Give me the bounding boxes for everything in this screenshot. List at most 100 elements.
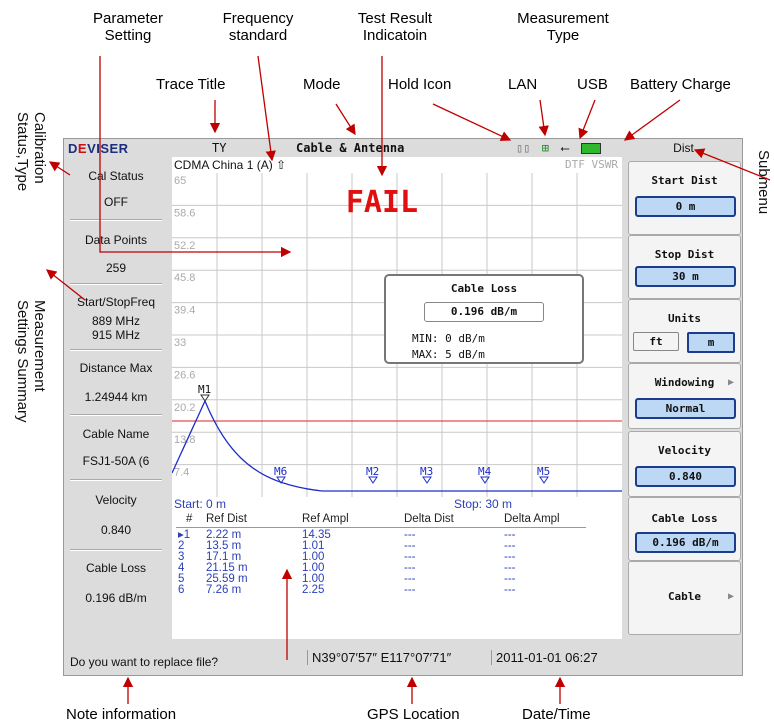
- cable-loss-dialog[interactable]: Cable Loss 0.196 dB/m MIN: 0 dB/m MAX: 5…: [384, 274, 584, 364]
- cable-loss-softkey[interactable]: Cable Loss 0.196 dB/m: [628, 497, 741, 561]
- annotation-gps-location: GPS Location: [367, 706, 460, 723]
- dialog-title: Cable Loss: [450, 282, 518, 295]
- settings-summary-panel: Cal Status OFF Data Points 259 Start/Sto…: [64, 157, 167, 639]
- cable-softkey[interactable]: Cable ▶: [628, 561, 741, 635]
- usb-icon: ⭠: [560, 141, 570, 155]
- svg-text:M4: M4: [478, 465, 492, 478]
- annotation-measurement-settings: Measurement Settings Summary: [14, 300, 48, 423]
- trace-title: TY: [212, 141, 227, 155]
- dialog-max: MAX: 5 dB/m: [412, 348, 485, 361]
- y-tick-label: 58.6: [174, 207, 195, 219]
- dialog-min: MIN: 0 dB/m: [412, 332, 485, 345]
- units-label: Units: [667, 312, 702, 325]
- windowing-value[interactable]: Normal: [635, 398, 736, 419]
- windowing-label: Windowing: [654, 376, 715, 389]
- y-tick-label: 20.2: [174, 402, 195, 414]
- marker-m4: M4: [478, 465, 492, 484]
- col-num: #: [186, 513, 193, 525]
- data-points-value: 259: [105, 261, 127, 275]
- status-bar: DEVISER TY Cable & Antenna ▯▯ ⊞ ⭠: [64, 139, 624, 157]
- marker-m1: M1: [198, 383, 211, 402]
- submenu-title: Dist: [673, 141, 694, 155]
- cal-status-value: OFF: [104, 195, 128, 209]
- svg-text:M6: M6: [274, 465, 287, 478]
- units-m-button[interactable]: m: [687, 332, 735, 353]
- note-information: Do you want to replace file?: [70, 655, 219, 669]
- marker-cell: ---: [404, 584, 416, 596]
- annotation-measurement-type: Measurement Type: [517, 10, 609, 44]
- analyzer-screen: DEVISER TY Cable & Antenna ▯▯ ⊞ ⭠ Cal St…: [63, 138, 743, 676]
- svg-text:M2: M2: [366, 465, 379, 478]
- mode-label: Cable & Antenna: [296, 141, 405, 155]
- annotation-lan: LAN: [508, 76, 538, 93]
- lan-icon: ⊞: [541, 141, 549, 155]
- battery-icon: [581, 143, 601, 154]
- velocity-label: Velocity: [95, 493, 137, 507]
- col-delta-dist: Delta Dist: [404, 513, 454, 525]
- stop-dist-value[interactable]: 30 m: [635, 266, 736, 287]
- velocity-softkey-value[interactable]: 0.840: [635, 466, 736, 487]
- start-dist-softkey[interactable]: Start Dist 0 m: [628, 161, 741, 235]
- cable-loss-softkey-value[interactable]: 0.196 dB/m: [635, 532, 736, 553]
- marker-m5: M5: [537, 465, 550, 484]
- col-ref-dist: Ref Dist: [206, 513, 247, 525]
- cable-arrow-icon: ▶: [727, 591, 734, 602]
- submenu-arrow-icon: ▶: [727, 377, 734, 388]
- stop-freq-value: 915 MHz: [91, 328, 141, 342]
- y-tick-label: 39.4: [174, 305, 195, 317]
- svg-text:M1: M1: [198, 383, 211, 396]
- y-tick-label: 33: [174, 337, 186, 349]
- marker-table[interactable]: # Ref Dist Ref Ampl Delta Dist Delta Amp…: [172, 512, 622, 639]
- y-tick-label: 45.8: [174, 272, 195, 284]
- units-softkey[interactable]: Units ft m: [628, 299, 741, 363]
- y-tick-label: 7.4: [174, 467, 189, 479]
- annotation-test-result: Test Result Indicatoin: [357, 10, 433, 44]
- annotation-frequency-standard: Frequency standard: [222, 10, 294, 44]
- marker-row[interactable]: 6 7.26 m 2.25 --- ---: [172, 584, 622, 596]
- annotation-usb: USB: [577, 76, 608, 93]
- test-result-indicator: FAIL: [345, 185, 419, 220]
- svg-text:M3: M3: [420, 465, 433, 478]
- velocity-value: 0.840: [100, 523, 132, 537]
- start-freq-value: 889 MHz: [91, 314, 141, 328]
- start-distance: Start: 0 m: [174, 497, 227, 511]
- y-tick-label: 26.6: [174, 369, 195, 381]
- annotation-battery-charge: Battery Charge: [630, 76, 731, 93]
- gps-location: N39°07′57″ E117°07′71″: [307, 650, 451, 665]
- stop-dist-softkey[interactable]: Stop Dist 30 m: [628, 235, 741, 299]
- distance-max-value: 1.24944 km: [84, 390, 148, 404]
- units-ft-button[interactable]: ft: [633, 332, 679, 351]
- stop-distance: Stop: 30 m: [454, 497, 513, 511]
- cable-loss-softkey-label: Cable Loss: [651, 512, 718, 525]
- cable-name-label: Cable Name: [82, 427, 150, 441]
- col-delta-ampl: Delta Ampl: [504, 513, 560, 525]
- annotation-date-time: Date/Time: [522, 706, 591, 723]
- svg-text:M5: M5: [537, 465, 550, 478]
- data-points-label: Data Points: [84, 233, 148, 247]
- start-stop-freq-label: Start/StopFreq: [76, 295, 156, 309]
- marker-m3: M3: [420, 465, 433, 484]
- col-ref-ampl: Ref Ampl: [302, 513, 349, 525]
- deviser-logo: DEVISER: [68, 141, 129, 156]
- windowing-softkey[interactable]: Windowing ▶ Normal: [628, 363, 741, 429]
- marker-cell: 6: [178, 584, 185, 596]
- cable-loss-value: 0.196 dB/m: [85, 591, 147, 605]
- marker-table-header: # Ref Dist Ref Ampl Delta Dist Delta Amp…: [172, 513, 622, 527]
- measurement-type: DTF VSWR: [565, 158, 618, 171]
- y-tick-label: 65: [174, 175, 186, 187]
- velocity-softkey[interactable]: Velocity 0.840: [628, 431, 741, 497]
- annotation-mode: Mode: [303, 76, 341, 93]
- annotation-note-information: Note information: [66, 706, 177, 723]
- y-tick-label: 52.2: [174, 240, 195, 252]
- marker-cell: 2.25: [302, 584, 325, 596]
- start-dist-value[interactable]: 0 m: [635, 196, 736, 217]
- cal-status-label: Cal Status: [88, 169, 144, 183]
- velocity-softkey-label: Velocity: [658, 444, 711, 457]
- annotation-calibration: Calibration Status,Type: [14, 112, 48, 192]
- cable-softkey-label: Cable: [667, 590, 702, 603]
- trace-plot[interactable]: CDMA China 1 (A) ⇧ DTF VSWR 65 58.6 52.2 45…: [172, 157, 622, 512]
- marker-cell: 7.26 m: [206, 584, 242, 596]
- marker-m2: M2: [366, 465, 379, 484]
- cable-loss-input[interactable]: 0.196 dB/m: [424, 302, 544, 322]
- frequency-standard[interactable]: CDMA China 1 (A) ⇧: [174, 158, 286, 172]
